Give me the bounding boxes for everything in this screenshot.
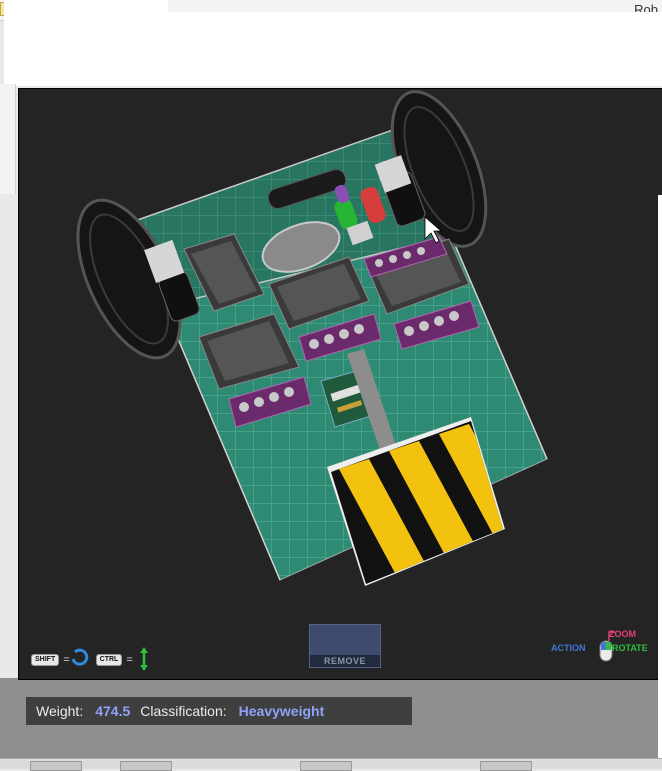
rotate-label: ROTATE [612, 643, 648, 653]
taskbar [0, 758, 662, 771]
action-label: ACTION [551, 643, 586, 653]
side-panel [0, 84, 16, 194]
window-edge [658, 195, 662, 768]
weight-value: 474.5 [95, 703, 131, 719]
ctrl-key-label: CTRL [95, 654, 123, 666]
remove-button-label: REMOVE [310, 655, 380, 667]
keyboard-legend: SHIFT = CTRL = [31, 652, 133, 668]
taskbar-item[interactable] [30, 761, 82, 771]
robot-3d-view[interactable] [19, 89, 662, 679]
equals-sign: = [63, 654, 70, 666]
overlay-panel [4, 12, 662, 86]
zoom-label: ZOOM [609, 629, 636, 639]
status-bar: Weight: 474.5 Classification: Heavyweigh… [26, 697, 412, 725]
remove-button[interactable]: REMOVE [309, 624, 381, 668]
taskbar-item[interactable] [480, 761, 532, 771]
vertical-move-icon [140, 647, 148, 671]
taskbar-item[interactable] [300, 761, 352, 771]
taskbar-item[interactable] [120, 761, 172, 771]
classification-value: Heavyweight [238, 703, 325, 719]
robot-builder-viewport[interactable]: SHIFT = CTRL = REMOVE ZOOM ACTION ROTATE [18, 88, 662, 680]
classification-label: Classification: [140, 703, 227, 719]
equals-sign: = [126, 654, 133, 666]
mouse-legend: ZOOM ACTION ROTATE [551, 629, 661, 671]
weight-label: Weight: [36, 703, 84, 719]
shift-key-label: SHIFT [31, 654, 60, 666]
